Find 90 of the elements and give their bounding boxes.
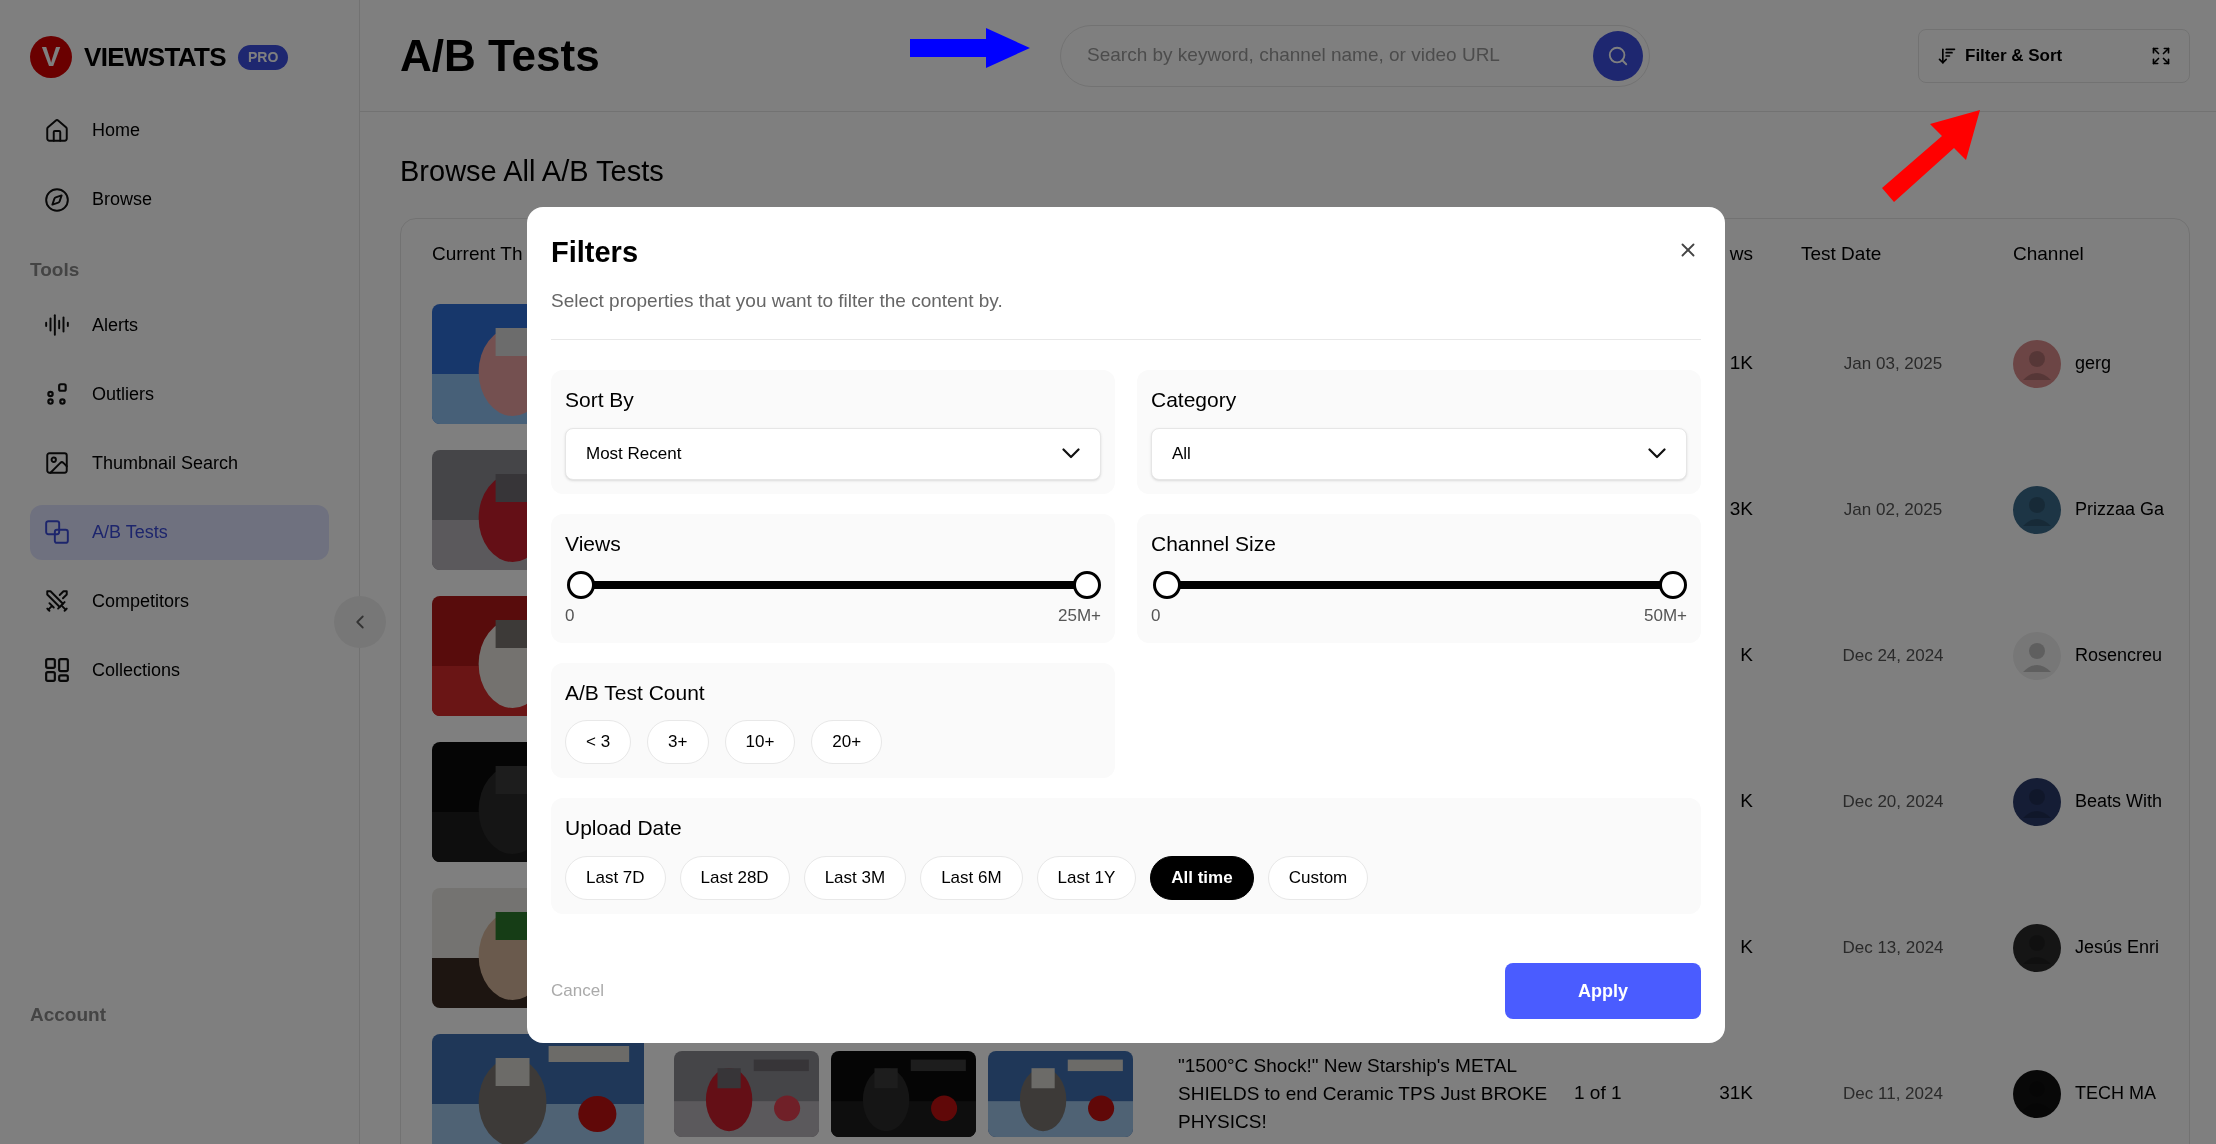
range-slider[interactable] [567,571,1099,599]
table-cell-text: Dec 13, 2024 [1841,936,1945,959]
avatar [2013,485,2061,534]
filter-sort-button[interactable]: Filter & Sort [1918,28,2190,83]
section-title: Browse All A/B Tests [400,154,664,189]
filter-label: Category [1151,387,1238,413]
filter-chip[interactable]: Last 28D [679,855,790,900]
table-cell-text: 1 of 1 [1573,1081,1623,1106]
filter-chip[interactable]: Last 3M [803,855,907,900]
brand-name: VIEWSTATS [84,40,226,74]
apply-button[interactable]: Apply [1505,963,1701,1019]
nav-item[interactable]: Outliers [30,366,329,422]
filter-label: Sort By [565,387,635,413]
column-header: ws [1729,242,1753,267]
page-title: A/B Tests [400,29,600,82]
filter-chip[interactable]: Custom [1267,855,1369,900]
table-cell-text: Dec 20, 2024 [1841,790,1945,813]
grid-icon [44,657,70,683]
table-cell-text: Dec 11, 2024 [1842,1082,1944,1105]
column-header: Test Date [1801,242,1882,267]
nav-item[interactable]: Thumbnail Search [30,435,329,491]
filter-chip[interactable]: Last 1Y [1036,855,1137,900]
squares-icon [44,519,70,545]
nav-item[interactable]: Alerts [30,297,329,353]
slider-min-label: 0 [1151,605,1161,627]
filter-chip[interactable]: Last 7D [565,855,666,900]
dialog-title: Filters [551,235,639,270]
select-field[interactable]: All [1151,427,1687,480]
nav-item[interactable]: Browse [30,172,329,227]
filter-label: A/B Test Count [565,679,706,706]
table-cell-text: 1K [1729,351,1753,376]
channel-name: TECH MA [2075,1082,2156,1105]
sound-wave-icon [44,312,70,338]
table-cell-text: Jan 02, 2025 [1842,498,1944,521]
home-icon [44,117,70,144]
range-slider[interactable] [1153,571,1685,599]
slider-thumb[interactable] [567,571,595,599]
slider-thumb[interactable] [1073,571,1101,599]
slider-max-label: 25M+ [1058,605,1101,627]
image-icon [44,450,70,476]
search-icon [1607,44,1629,67]
filter-chip[interactable]: Last 6M [920,855,1023,900]
column-header: Current Th [432,242,523,267]
video-title: "1500°C Shock!" New Starship's METAL SHIELDS to end Ceramic TPS Just BROKE PHYSICS! [1178,1053,1548,1134]
table-cell-text: K [1740,935,1753,960]
chevron-down-icon [1648,448,1666,459]
logo-icon: V [30,36,72,78]
nav-item[interactable]: Competitors [30,573,329,629]
slider-max-label: 50M+ [1644,605,1687,627]
avatar [2013,631,2061,680]
filter-chip[interactable]: 10+ [724,720,796,764]
slider-thumb[interactable] [1153,571,1181,599]
filter-chip[interactable]: All time [1150,855,1254,900]
table-cell-text: Jan 03, 2025 [1842,352,1944,375]
pro-badge: PRO [237,44,289,70]
channel-name: gerg [2075,352,2112,375]
table-cell-text: K [1740,789,1753,814]
table-cell-text: 3K [1729,497,1753,522]
avatar [2013,339,2061,388]
select-field[interactable]: Most Recent [565,427,1101,480]
channel-name: Jesús Enri [2075,936,2160,959]
table-cell-text: K [1740,643,1753,668]
channel-name: Beats With [2075,790,2163,813]
filter-label: Channel Size [1151,530,1277,557]
expand-icon [2151,45,2171,66]
slider-thumb[interactable] [1659,571,1687,599]
column-header: Channel [2013,242,2084,267]
avatar [2013,923,2061,972]
search-button[interactable] [1593,30,1643,81]
avatar [2013,777,2061,826]
table-cell-text: 31K [1719,1081,1753,1106]
nav-item[interactable]: Collections [30,642,329,698]
nav-item[interactable]: Home [30,103,329,158]
dots-icon [44,381,70,407]
table-cell-text: Dec 24, 2024 [1841,644,1945,667]
avatar [2013,1069,2061,1118]
section-heading: Tools [30,258,81,282]
filter-chip[interactable]: < 3 [565,720,632,764]
section-heading: Account [30,1002,107,1027]
filter-chip[interactable]: 20+ [811,720,883,764]
compass-icon [44,186,70,213]
slider-min-label: 0 [565,605,575,627]
channel-name: Rosencreu [2075,644,2163,667]
filter-label: Views [565,530,622,557]
chevron-down-icon [1062,448,1080,459]
channel-name: Prizzaa Ga [2075,498,2165,521]
dialog-subtitle: Select properties that you want to filter the content by. [551,288,1004,313]
swords-icon [44,588,70,614]
filter-label: Upload Date [565,815,683,841]
filter-chip[interactable]: 3+ [647,720,709,764]
